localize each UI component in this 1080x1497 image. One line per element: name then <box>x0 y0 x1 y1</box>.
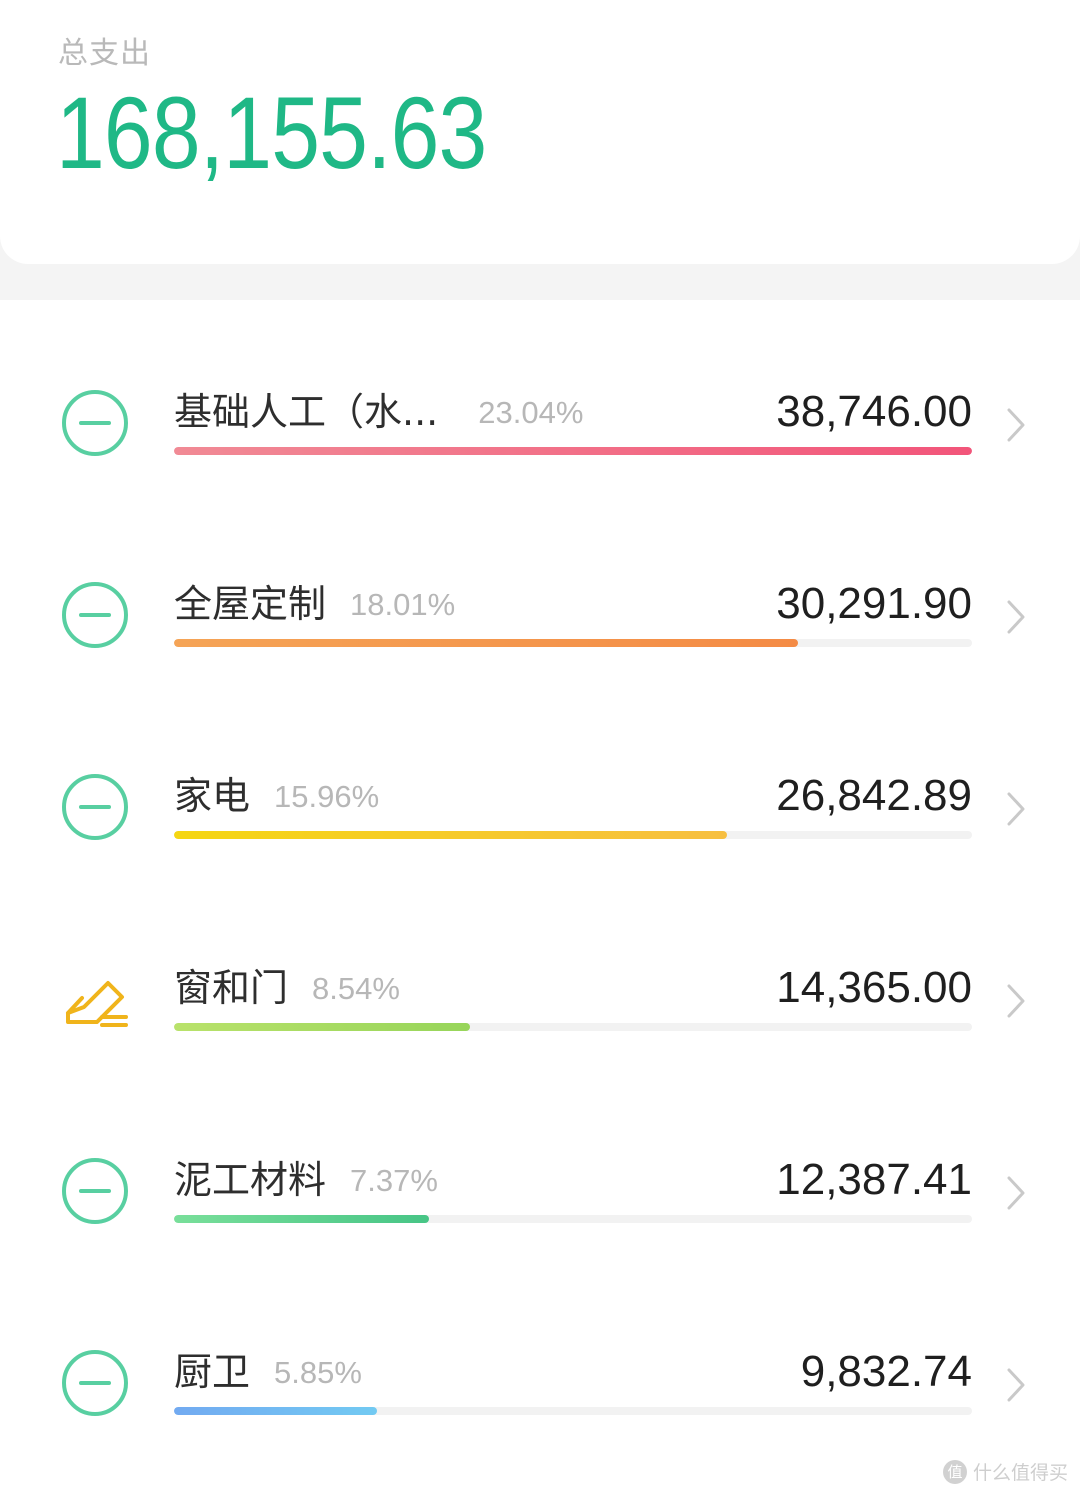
category-progress-fill <box>174 831 727 839</box>
category-amount: 12,387.41 <box>776 1155 972 1204</box>
chevron-right-icon[interactable] <box>1005 407 1027 443</box>
category-progress-fill <box>174 639 799 647</box>
category-name: 窗和门 <box>174 966 289 1010</box>
summary-card: 总支出 168,155.63 <box>0 0 1080 264</box>
minus-circle-icon <box>62 774 128 840</box>
chevron-right-icon[interactable] <box>1005 1367 1027 1403</box>
category-progress-track <box>174 1023 972 1031</box>
category-name: 基础人工（水... <box>174 390 439 434</box>
minus-circle-icon <box>62 390 128 456</box>
minus-circle-icon <box>62 1350 128 1416</box>
category-name: 全屋定制 <box>174 582 327 626</box>
total-expense-amount: 168,155.63 <box>56 76 487 190</box>
category-name: 家电 <box>174 774 251 818</box>
chevron-right-icon[interactable] <box>1005 791 1027 827</box>
category-row-3[interactable]: 窗和门 8.54% 14,365.00 <box>0 916 1080 1056</box>
category-progress-fill <box>174 1023 471 1031</box>
category-percent: 15.96% <box>274 779 380 814</box>
category-progress-track <box>174 1215 972 1223</box>
category-progress-fill <box>174 447 972 455</box>
category-amount: 38,746.00 <box>776 387 972 436</box>
category-percent: 5.85% <box>274 1355 362 1390</box>
category-row-4[interactable]: 泥工材料 7.37% 12,387.41 <box>0 1108 1080 1248</box>
edit-pencil-icon <box>66 981 128 1027</box>
category-name-row: 厨卫 5.85% <box>174 1348 362 1397</box>
chevron-right-icon[interactable] <box>1005 1175 1027 1211</box>
category-name-row: 基础人工（水... 23.04% <box>174 388 583 437</box>
category-amount: 14,365.00 <box>776 963 972 1012</box>
category-name: 泥工材料 <box>174 1158 327 1202</box>
category-name-row: 家电 15.96% <box>174 772 379 821</box>
category-progress-track <box>174 639 972 647</box>
category-amount: 26,842.89 <box>776 771 972 820</box>
category-progress-track <box>174 831 972 839</box>
category-name: 厨卫 <box>174 1350 251 1394</box>
category-amount: 9,832.74 <box>800 1347 972 1396</box>
category-progress-track <box>174 447 972 455</box>
watermark: 值 什么值得买 <box>942 1458 1068 1485</box>
category-name-row: 泥工材料 7.37% <box>174 1156 438 1205</box>
category-name-row: 全屋定制 18.01% <box>174 580 455 629</box>
watermark-logo: 值 <box>942 1459 967 1484</box>
category-row-1[interactable]: 全屋定制 18.01% 30,291.90 <box>0 532 1080 672</box>
category-percent: 23.04% <box>478 395 584 430</box>
watermark-text: 什么值得买 <box>972 1462 1068 1484</box>
chevron-right-icon[interactable] <box>1005 599 1027 635</box>
summary-label: 总支出 <box>58 36 151 71</box>
category-progress-fill <box>174 1407 377 1415</box>
category-amount: 30,291.90 <box>776 579 972 628</box>
chevron-right-icon[interactable] <box>1005 983 1027 1019</box>
category-row-5[interactable]: 厨卫 5.85% 9,832.74 <box>0 1300 1080 1440</box>
category-percent: 18.01% <box>350 587 456 622</box>
category-progress-fill <box>174 1215 430 1223</box>
minus-circle-icon <box>62 582 128 648</box>
minus-circle-icon <box>62 1158 128 1224</box>
category-percent: 8.54% <box>312 971 400 1006</box>
category-name-row: 窗和门 8.54% <box>174 964 400 1013</box>
category-progress-track <box>174 1407 972 1415</box>
category-row-2[interactable]: 家电 15.96% 26,842.89 <box>0 724 1080 864</box>
category-percent: 7.37% <box>350 1163 438 1198</box>
category-row-0[interactable]: 基础人工（水... 23.04% 38,746.00 <box>0 340 1080 480</box>
